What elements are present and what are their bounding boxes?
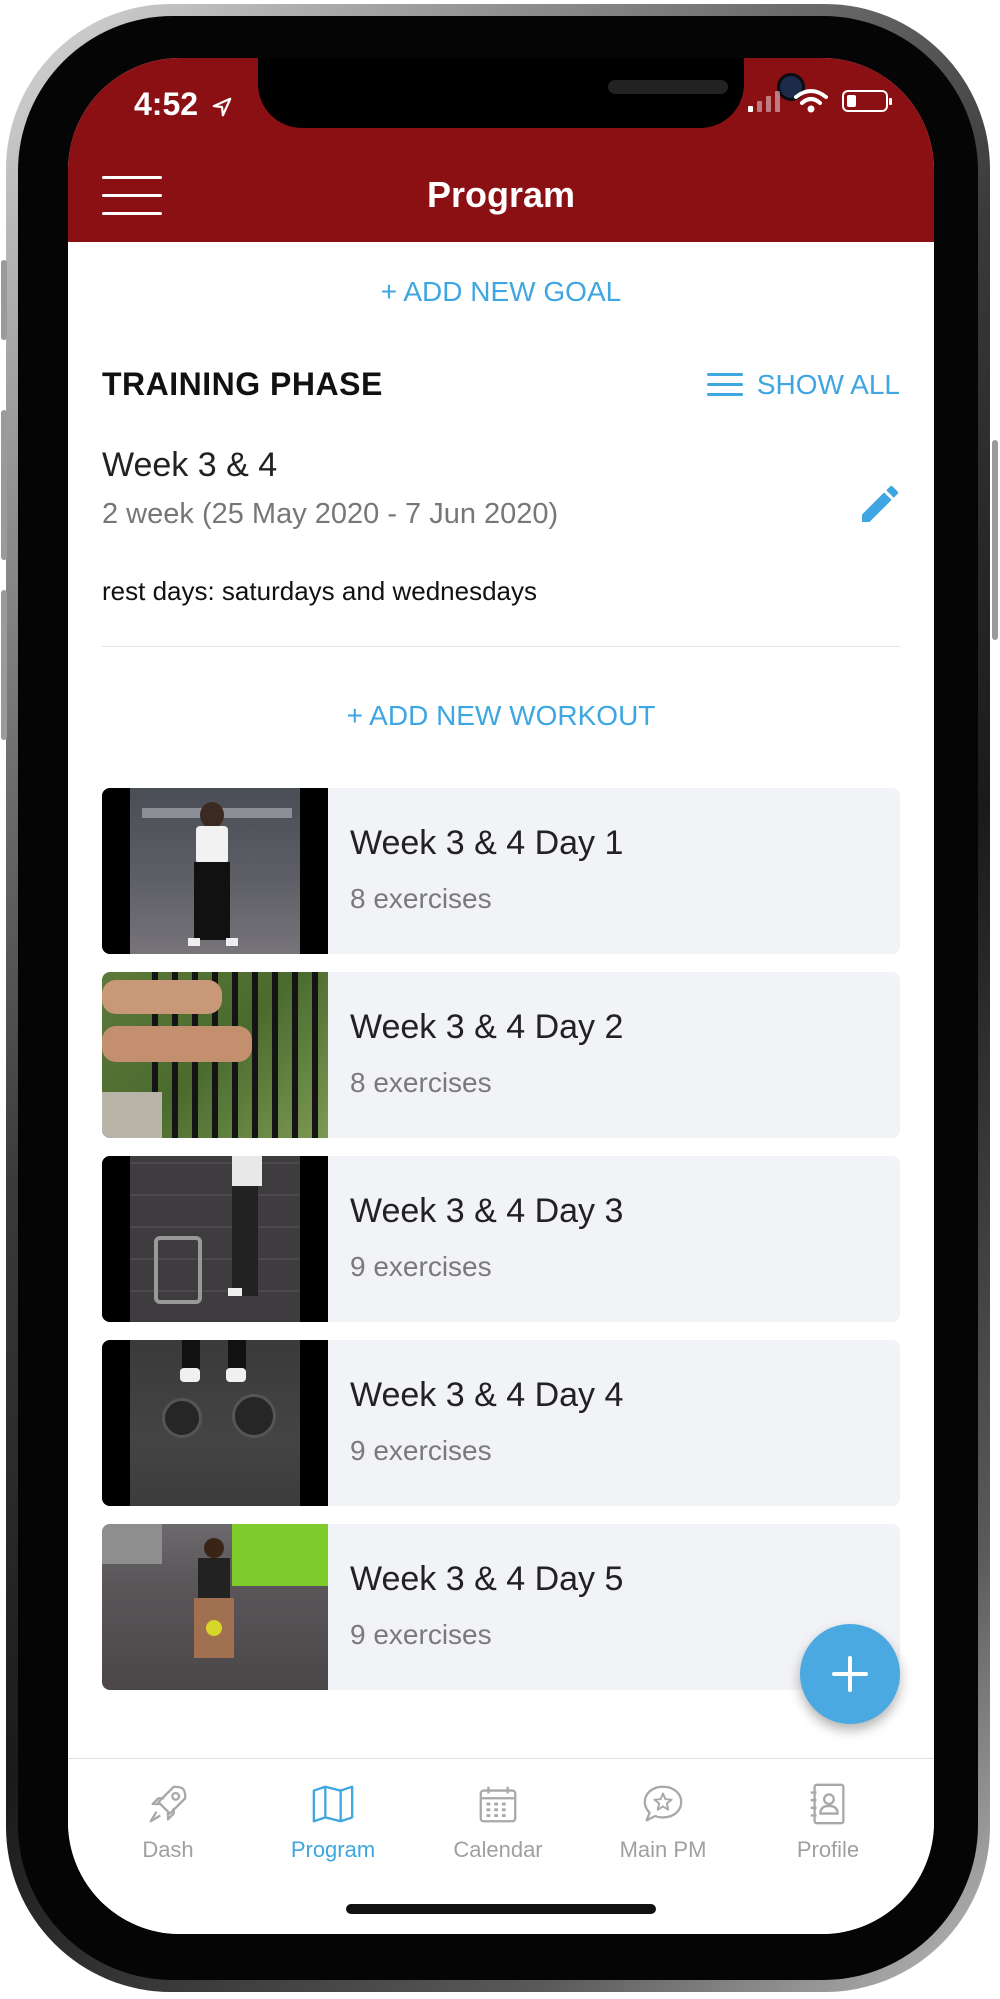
show-all-label: SHOW ALL (756, 368, 900, 400)
workout-list: Week 3 & 4 Day 1 8 exercises Week 3 & 4 … (102, 788, 900, 1708)
tab-profile[interactable]: Profile (758, 1781, 898, 1863)
app-header: 4:52 Program (68, 58, 934, 242)
signal-bars-icon (748, 90, 780, 112)
workout-title: Week 3 & 4 Day 1 (350, 824, 624, 862)
workout-exercise-count: 9 exercises (350, 1435, 492, 1466)
side-button-left-2 (1, 410, 7, 560)
show-all-button[interactable]: SHOW ALL (706, 366, 900, 403)
phase-name: Week 3 & 4 (102, 446, 278, 484)
map-icon (312, 1785, 354, 1823)
workout-thumbnail (102, 972, 328, 1138)
page-title: Program (426, 174, 576, 215)
phase-dates: 2 week (25 May 2020 - 7 Jun 2020) (102, 498, 559, 530)
workout-exercise-count: 8 exercises (350, 1067, 492, 1098)
workout-title: Week 3 & 4 Day 4 (350, 1376, 624, 1414)
pencil-icon[interactable] (856, 480, 904, 528)
rocket-icon (149, 1785, 187, 1823)
workout-card-day-5[interactable]: Week 3 & 4 Day 5 9 exercises (102, 1524, 900, 1690)
location-arrow-icon (212, 97, 232, 116)
calendar-icon (479, 1786, 517, 1823)
tab-calendar[interactable]: Calendar (428, 1781, 568, 1863)
add-new-workout-button[interactable]: + ADD NEW WORKOUT (68, 700, 934, 732)
tab-main-pm[interactable]: Main PM (593, 1781, 733, 1863)
workout-exercise-count: 8 exercises (350, 883, 492, 914)
workout-card-day-1[interactable]: Week 3 & 4 Day 1 8 exercises (102, 788, 900, 954)
workout-title: Week 3 & 4 Day 5 (350, 1560, 624, 1598)
workout-card-day-4[interactable]: Week 3 & 4 Day 4 9 exercises (102, 1340, 900, 1506)
speaker-grille (608, 80, 728, 94)
training-phase-heading: TRAINING PHASE (102, 366, 383, 402)
workout-exercise-count: 9 exercises (350, 1619, 492, 1650)
home-indicator (346, 1904, 656, 1914)
workout-thumbnail (102, 1524, 328, 1690)
workout-title: Week 3 & 4 Day 2 (350, 1008, 624, 1046)
divider (102, 646, 900, 647)
add-fab-button[interactable] (800, 1624, 900, 1724)
phase-rest-days: rest days: saturdays and wednesdays (102, 576, 538, 606)
workout-thumbnail (102, 788, 328, 954)
app-screen: 4:52 Program + ADD NEW GOAL TRAINING PHA… (68, 58, 934, 1934)
workout-title: Week 3 & 4 Day 3 (350, 1192, 624, 1230)
list-icon (706, 366, 743, 403)
side-button-left-1 (1, 260, 7, 340)
status-time: 4:52 (134, 86, 233, 123)
wifi-icon (794, 89, 828, 113)
status-icons (748, 88, 892, 114)
battery-icon (842, 90, 892, 112)
side-button-right (992, 440, 998, 640)
add-new-goal-button[interactable]: + ADD NEW GOAL (68, 276, 934, 308)
tab-label: Profile (796, 1837, 860, 1862)
side-button-left-3 (1, 590, 7, 740)
tab-program[interactable]: Program (263, 1781, 403, 1863)
workout-card-day-3[interactable]: Week 3 & 4 Day 3 9 exercises (102, 1156, 900, 1322)
chat-star-icon (643, 1785, 683, 1822)
tab-label: Program (290, 1837, 376, 1862)
workout-card-day-2[interactable]: Week 3 & 4 Day 2 8 exercises (102, 972, 900, 1138)
workout-exercise-count: 9 exercises (350, 1251, 492, 1282)
tab-label: Main PM (619, 1837, 707, 1862)
contact-book-icon (810, 1783, 845, 1825)
notch (258, 58, 802, 128)
tab-label: Dash (142, 1837, 194, 1862)
tab-dash[interactable]: Dash (98, 1781, 238, 1863)
workout-thumbnail (102, 1340, 328, 1506)
workout-thumbnail (102, 1156, 328, 1322)
battery-level (847, 95, 856, 107)
tab-label: Calendar (453, 1837, 543, 1862)
